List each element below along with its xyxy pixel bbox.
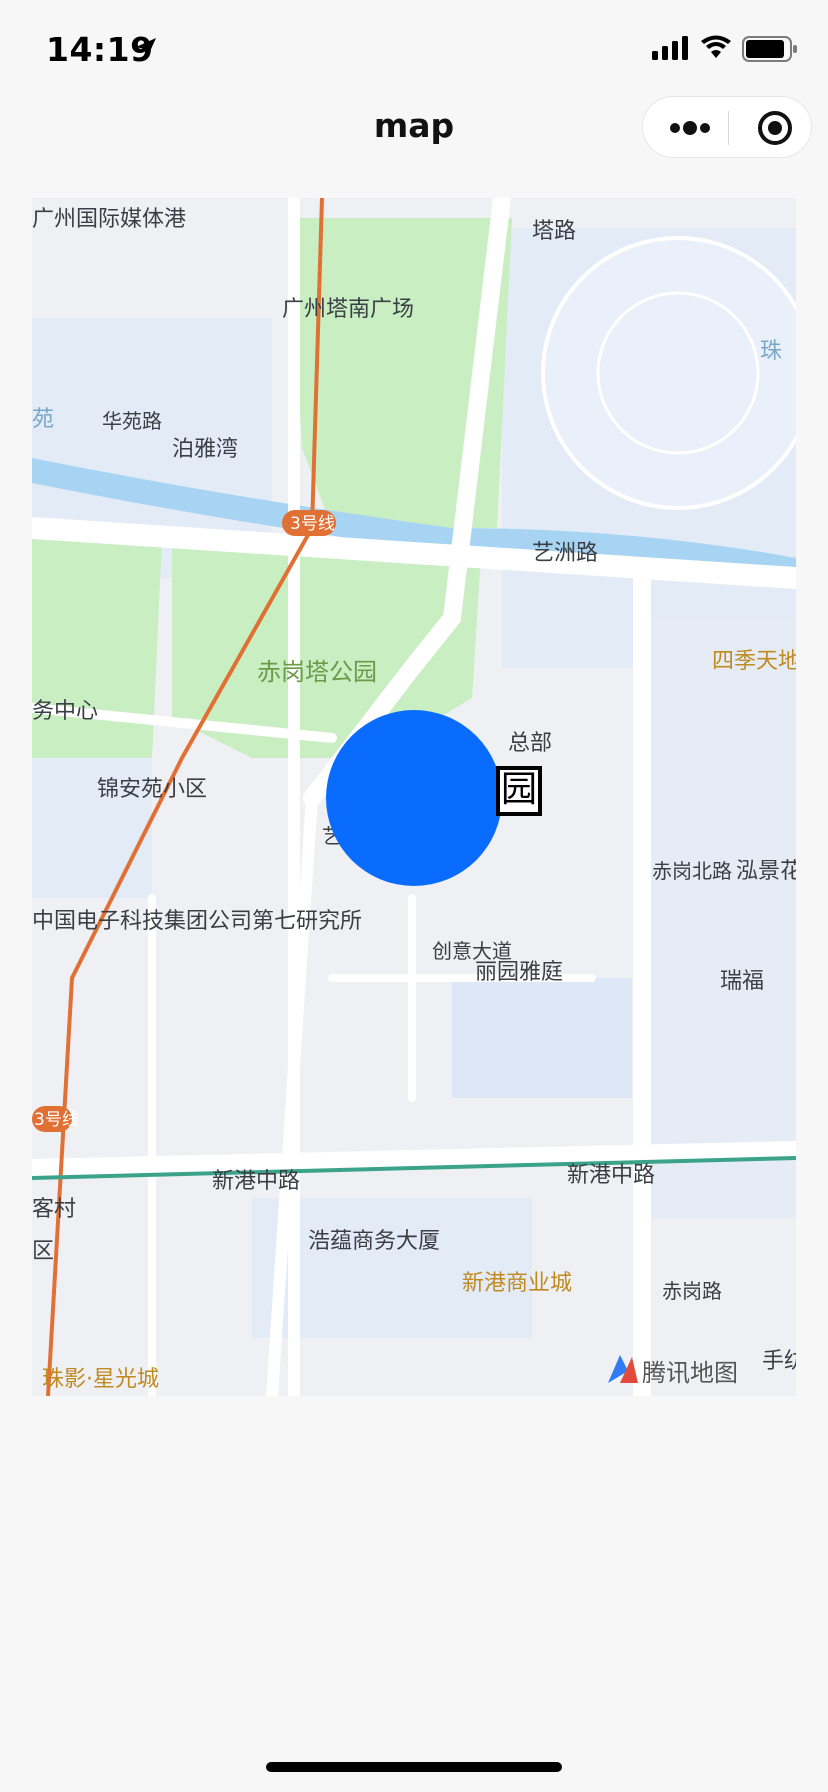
- location-arrow-icon: [136, 38, 156, 58]
- close-target-icon[interactable]: [747, 97, 809, 159]
- wifi-icon: [701, 35, 731, 58]
- map-attribution: 腾讯地图: [642, 1359, 738, 1387]
- mini-program-capsule: [642, 96, 812, 158]
- battery-icon: [742, 36, 797, 62]
- cellular-signal-icon: [652, 36, 688, 60]
- status-bar: 14:19: [0, 0, 828, 96]
- home-indicator: [266, 1762, 562, 1772]
- tencent-map-logo-icon: [608, 1355, 638, 1383]
- more-icon[interactable]: [667, 97, 713, 159]
- capsule-divider: [728, 111, 729, 145]
- marker-callout[interactable]: 园: [496, 766, 542, 816]
- map-view[interactable]: 广州国际媒体港 广州塔南广场 泊雅湾 艺洲路 务中心 锦安苑小区 总部 丽园雅庭…: [32, 198, 796, 1396]
- location-marker[interactable]: [326, 710, 502, 886]
